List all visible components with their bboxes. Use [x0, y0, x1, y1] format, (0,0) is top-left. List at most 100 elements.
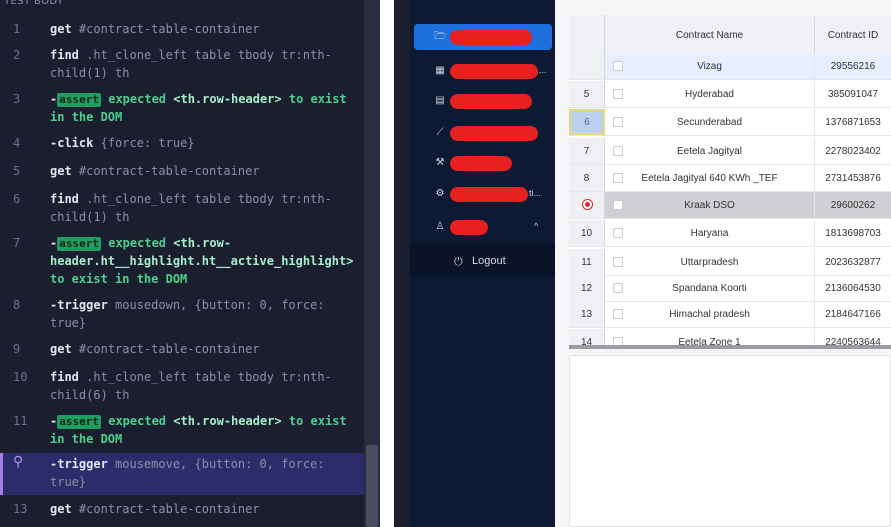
command-row[interactable]: 7 - assert expected <th.row-header.ht__hig…: [0, 234, 364, 288]
sidebar-item-suffix: ti...: [529, 188, 542, 198]
table-row[interactable]: Vizag 29556216: [569, 53, 891, 80]
command-row[interactable]: 1 get #contract-table-container: [0, 20, 364, 38]
sidebar-item[interactable]: 🗁: [414, 24, 552, 50]
contract-name-cell[interactable]: Spandana Koorti: [605, 275, 815, 301]
contract-name-cell[interactable]: Vizag: [605, 53, 815, 79]
table-row[interactable]: 9Kraak DSO29600262: [569, 192, 891, 219]
runner-scroll-thumb[interactable]: [366, 445, 378, 527]
gear-icon: ⚙: [435, 188, 445, 199]
row-header[interactable]: 7: [569, 138, 605, 164]
table-row[interactable]: 10 Haryana 1813698703: [569, 220, 891, 247]
row-header[interactable]: 11: [569, 249, 605, 275]
command-body: get #contract-table-container: [50, 500, 362, 518]
table-row[interactable]: 12 Spandana Koorti 2136064530: [569, 275, 891, 302]
command-row[interactable]: 4 -click {force: true}: [0, 134, 364, 152]
contract-name-cell[interactable]: Hyderabad: [605, 81, 815, 107]
command-row[interactable]: 11 - assert expected <th.row-header> to ex…: [0, 412, 364, 448]
row-header[interactable]: 6: [569, 109, 605, 135]
table-row[interactable]: 13 Himachal pradesh 2184647166: [569, 301, 891, 328]
table-row[interactable]: 6 Secunderabad 1376871653: [569, 109, 891, 136]
row-checkbox[interactable]: [613, 173, 623, 183]
command-number: 5: [13, 164, 21, 178]
sidebar-item[interactable]: ▤: [414, 88, 552, 114]
contract-name-cell[interactable]: Eetela Jagityal: [605, 138, 815, 164]
command-body: find .ht_clone_left table tbody tr:nth-c…: [50, 190, 362, 226]
pin-icon: ⚲: [13, 454, 24, 470]
column-header-contract-name[interactable]: Contract Name: [605, 17, 815, 55]
command-row[interactable]: 2 find .ht_clone_left table tbody tr:nth-…: [0, 46, 364, 82]
row-checkbox[interactable]: [613, 61, 623, 71]
row-checkbox[interactable]: [613, 228, 623, 238]
contract-id-cell[interactable]: 2136064530: [815, 275, 891, 301]
redacted-label: [450, 64, 538, 79]
row-checkbox[interactable]: [613, 146, 623, 156]
table-row[interactable]: 8 Eetela Jagityal 640 KWh _TEF 2731453876: [569, 165, 891, 192]
row-header[interactable]: 8: [569, 165, 605, 191]
contract-id-cell[interactable]: 2278023402: [815, 138, 891, 164]
row-header[interactable]: 13: [569, 301, 605, 327]
command-prefix: -: [50, 414, 58, 428]
contract-id-cell[interactable]: 29556216: [815, 53, 891, 79]
sidebar-item[interactable]: ⟋: [414, 120, 552, 146]
sidebar-item[interactable]: ▦...: [414, 58, 552, 84]
command-row[interactable]: 5 get #contract-table-container: [0, 162, 364, 180]
row-header[interactable]: [569, 53, 605, 79]
sidebar-item-suffix: ^: [534, 221, 539, 231]
command-number: 6: [13, 192, 21, 206]
contract-id-cell[interactable]: 2023632877: [815, 249, 891, 275]
table-row[interactable]: 7 Eetela Jagityal 2278023402: [569, 138, 891, 165]
contract-id-cell[interactable]: 2731453876: [815, 165, 891, 191]
command-body: - assert expected <th.row-header> to exis…: [50, 412, 362, 448]
command-body: - assert expected <th.row-header> to exis…: [50, 90, 362, 126]
command-number: 9: [13, 342, 21, 356]
redacted-label: [450, 220, 488, 235]
command-row[interactable]: 10 find .ht_clone_left table tbody tr:nth…: [0, 368, 364, 404]
table-row[interactable]: 11 Uttarpradesh 2023632877: [569, 249, 891, 276]
row-checkbox[interactable]: [613, 89, 623, 99]
command-arg: #contract-table-container: [78, 342, 260, 356]
contract-name-cell[interactable]: Uttarpradesh: [605, 249, 815, 275]
logout-button[interactable]: ⏻ Logout: [410, 243, 555, 277]
runner-scrollbar[interactable]: [364, 0, 380, 527]
row-checkbox[interactable]: [613, 309, 623, 319]
table-row[interactable]: 5 Hyderabad 385091047: [569, 81, 891, 108]
row-checkbox[interactable]: [613, 200, 623, 210]
column-header-contract-id[interactable]: Contract ID: [815, 17, 891, 55]
contract-id-cell[interactable]: 1376871653: [815, 109, 891, 135]
command-row[interactable]: 6 find .ht_clone_left table tbody tr:nth-…: [0, 190, 364, 226]
row-header[interactable]: 10: [569, 220, 605, 246]
logout-label: Logout: [472, 255, 506, 267]
test-runner-panel: TEST BODY 1 get #contract-table-container…: [0, 0, 380, 527]
contract-name-cell[interactable]: Himachal pradesh: [605, 301, 815, 327]
test-body-header: TEST BODY: [4, 0, 64, 7]
command-row[interactable]: ⚲ -trigger mousemove, {button: 0, force: …: [0, 453, 364, 495]
command-row[interactable]: 3 - assert expected <th.row-header> to exi…: [0, 90, 364, 126]
row-header[interactable]: 5: [569, 81, 605, 107]
redacted-label: [450, 126, 538, 141]
contract-name-cell[interactable]: Kraak DSO: [605, 192, 815, 218]
command-number: 3: [13, 92, 21, 106]
contract-name-cell[interactable]: Haryana: [605, 220, 815, 246]
row-checkbox[interactable]: [613, 283, 623, 293]
row-header[interactable]: 12: [569, 275, 605, 301]
row-checkbox[interactable]: [613, 257, 623, 267]
sidebar-item[interactable]: ⚙ ti...: [414, 181, 552, 207]
contract-name-cell[interactable]: Secunderabad: [605, 109, 815, 135]
contract-id-cell[interactable]: 29600262: [815, 192, 891, 218]
row-checkbox[interactable]: [613, 117, 623, 127]
table-horizontal-scrollbar[interactable]: [569, 345, 891, 349]
redacted-label: [450, 94, 532, 109]
contract-name-cell[interactable]: Eetela Jagityal 640 KWh _TEF: [605, 165, 815, 191]
contract-id-cell[interactable]: 385091047: [815, 81, 891, 107]
assert-subject: <th.row-header>: [173, 414, 282, 428]
command-name: get: [50, 502, 72, 516]
command-number: 11: [13, 414, 28, 428]
command-row[interactable]: 9 get #contract-table-container: [0, 340, 364, 358]
sidebar-item[interactable]: ⚒: [414, 150, 552, 176]
contract-id-cell[interactable]: 2184647166: [815, 301, 891, 327]
resize-handle[interactable]: [394, 0, 410, 527]
command-row[interactable]: 13 get #contract-table-container: [0, 500, 364, 518]
command-row[interactable]: 8 -trigger mousedown, {button: 0, force: …: [0, 296, 364, 332]
sidebar-item[interactable]: ♙ ^: [414, 214, 552, 240]
contract-id-cell[interactable]: 1813698703: [815, 220, 891, 246]
